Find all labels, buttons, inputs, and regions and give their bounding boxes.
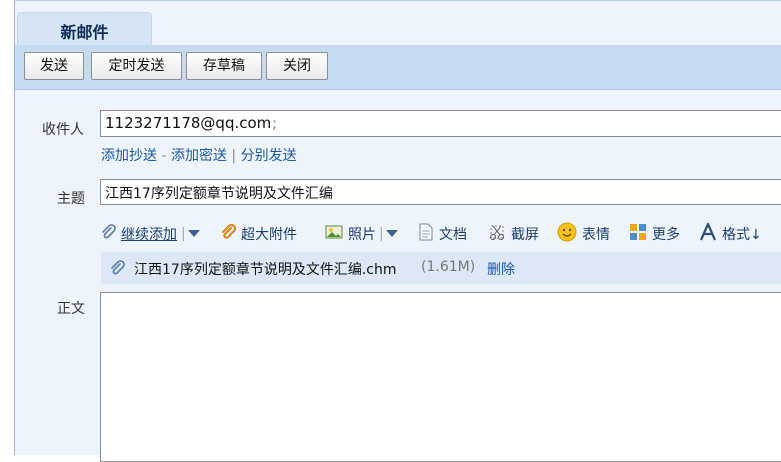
apps-grid-icon (629, 223, 647, 245)
continue-add-label: 继续添加 (121, 227, 177, 243)
recipient-input[interactable]: 1123271178@qq.com ; (100, 110, 781, 137)
attachment-size: (1.61M) (421, 259, 476, 275)
more-label: 更多 (652, 227, 680, 243)
compose-toolbar: 发送 定时发送 存草稿 关闭 (15, 45, 781, 90)
subject-value: 江西17序列定额章节说明及文件汇编 (105, 186, 333, 202)
attach-toolbar: 继续添加 | 超大附件 照片 | 文档 截屏 表情 更多 格式↓ (100, 221, 781, 246)
screenshot-button[interactable]: 截屏 (488, 223, 539, 245)
recipient-links: 添加抄送 - 添加密送 | 分别发送 (101, 145, 297, 165)
photo-button[interactable]: 照片 | (325, 223, 398, 245)
recipient-address: 1123271178@qq.com (105, 114, 272, 132)
screenshot-label: 截屏 (511, 227, 539, 243)
attachment-item: 江西17序列定额章节说明及文件汇编.chm (1.61M) 删除 (101, 252, 781, 284)
format-label: 格式↓ (722, 227, 762, 243)
paperclip-icon (100, 224, 116, 244)
chevron-down-icon[interactable] (187, 226, 200, 242)
font-format-icon (699, 221, 717, 245)
more-button[interactable]: 更多 (629, 223, 680, 245)
close-button[interactable]: 关闭 (266, 52, 328, 80)
subject-label: 主题 (57, 191, 85, 207)
separate-send-link[interactable]: 分别发送 (241, 148, 297, 164)
format-button[interactable]: 格式↓ (699, 221, 762, 245)
frame-top-border (14, 0, 781, 1)
recipient-label: 收件人 (42, 122, 84, 138)
save-draft-button[interactable]: 存草稿 (186, 52, 262, 80)
smiley-icon (557, 222, 577, 246)
link-pipe: | (231, 148, 237, 164)
large-paperclip-icon (220, 223, 237, 244)
add-cc-link[interactable]: 添加抄送 (101, 148, 157, 164)
emoji-label: 表情 (582, 227, 610, 243)
tool-divider: | (181, 226, 186, 242)
attachment-filename: 江西17序列定额章节说明及文件汇编.chm (134, 262, 397, 278)
tool-divider: | (379, 226, 384, 242)
document-button[interactable]: 文档 (418, 223, 467, 245)
photo-icon (325, 224, 343, 244)
add-bcc-link[interactable]: 添加密送 (171, 148, 227, 164)
compose-form: 收件人 1123271178@qq.com ; 添加抄送 - 添加密送 | 分别… (15, 90, 781, 462)
recipient-separator: ; (272, 114, 278, 132)
chevron-down-icon[interactable] (385, 226, 398, 242)
send-button[interactable]: 发送 (24, 52, 84, 80)
attachment-delete-link[interactable]: 删除 (487, 259, 515, 279)
scheduled-send-button[interactable]: 定时发送 (91, 52, 182, 80)
attachment-paperclip-icon (109, 260, 125, 280)
link-dash: - (161, 148, 167, 164)
document-icon (418, 223, 434, 245)
tab-new-mail[interactable]: 新邮件 (17, 12, 152, 46)
emoji-button[interactable]: 表情 (557, 222, 610, 246)
scissors-icon (488, 223, 506, 245)
document-label: 文档 (439, 227, 467, 243)
large-attachment-button[interactable]: 超大附件 (220, 223, 297, 245)
continue-add-button[interactable]: 继续添加 | (100, 223, 200, 245)
compose-window: 新邮件 发送 定时发送 存草稿 关闭 收件人 1123271178@qq.com… (0, 0, 781, 462)
body-editor[interactable] (100, 292, 781, 462)
photo-label: 照片 (348, 227, 376, 243)
body-label: 正文 (57, 301, 85, 317)
subject-input[interactable]: 江西17序列定额章节说明及文件汇编 (100, 179, 781, 205)
large-attachment-label: 超大附件 (241, 227, 297, 243)
